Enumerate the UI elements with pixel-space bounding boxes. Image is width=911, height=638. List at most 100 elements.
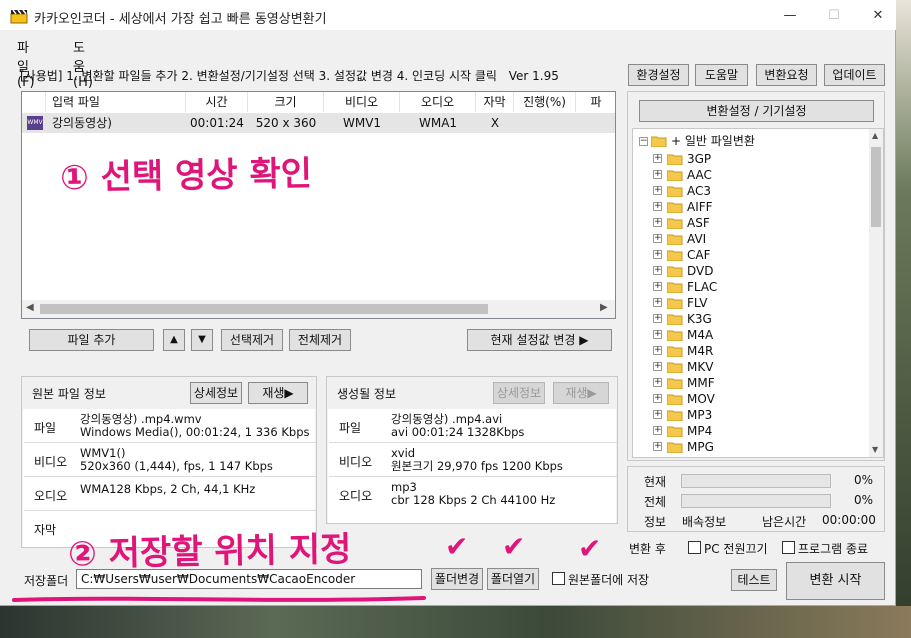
format-item[interactable]: M4A [687,327,713,343]
format-item[interactable]: FLAC [687,279,717,295]
horizontal-scrollbar[interactable]: ◀ ▶ [22,300,615,318]
test-button[interactable]: 테스트 [731,569,777,591]
expand-icon[interactable]: + [653,186,662,195]
expand-icon[interactable]: + [653,282,662,291]
expand-icon[interactable]: + [653,410,662,419]
folder-icon [667,442,683,453]
output-play-button[interactable]: 재생▶ [553,382,609,404]
scrollbar-thumb[interactable] [40,304,488,314]
col-input-file[interactable]: 입력 파일 [46,92,186,112]
source-play-button[interactable]: 재생▶ [248,382,308,404]
expand-icon[interactable]: + [653,234,662,243]
col-audio[interactable]: 오디오 [400,92,476,112]
format-item[interactable]: MP3 [687,407,712,423]
expand-icon[interactable]: + [653,330,662,339]
close-button[interactable]: ✕ [858,5,898,27]
file-list[interactable]: 입력 파일 시간 크기 비디오 오디오 자막 진행(%) 파 WMV 강의동영상… [21,91,616,319]
conversion-device-settings-button[interactable]: 변환설정 / 기기설정 [639,100,874,122]
format-item[interactable]: MPG [687,439,714,455]
version-label: Ver 1.95 [508,69,559,83]
help-button[interactable]: 도움말 [695,64,748,86]
format-item[interactable]: ASF [687,215,710,231]
col-subtitle[interactable]: 자막 [476,92,514,112]
open-folder-button[interactable]: 폴더열기 [487,568,539,590]
update-button[interactable]: 업데이트 [824,64,885,86]
expand-icon[interactable]: + [653,218,662,227]
format-item[interactable]: 3GP [687,151,711,167]
expand-icon[interactable]: + [653,378,662,387]
format-item[interactable]: MP4 [687,423,712,439]
expand-icon[interactable]: + [653,154,662,163]
settings-button[interactable]: 환경설정 [628,64,689,86]
folder-icon [667,457,683,458]
format-item[interactable]: MMF [687,375,715,391]
conversion-request-button[interactable]: 변환요청 [756,64,817,86]
folder-icon [667,394,683,405]
expand-icon[interactable]: + [653,394,662,403]
expand-icon[interactable]: + [653,346,662,355]
folder-icon [667,218,683,229]
folder-icon [667,410,683,421]
expand-icon[interactable]: + [653,426,662,435]
format-item[interactable]: M4R [687,343,713,359]
format-item[interactable]: AIFF [687,199,713,215]
table-row[interactable]: WMV 강의동영상) 00:01:24 520 x 360 WMV1 WMA1 … [22,113,615,133]
scrollbar-thumb-vertical[interactable] [871,147,881,227]
expand-icon[interactable]: + [653,202,662,211]
source-row-file: 파일 강의동영상) .mp4.wmv Windows Media(), 00:0… [24,409,316,443]
start-conversion-button[interactable]: 변환 시작 [786,562,885,600]
output-row-file: 파일 강의동영상) .mp4.avi avi 00:01:24 1328Kbps [329,409,617,443]
folder-icon [667,154,683,165]
vertical-scrollbar[interactable]: ▲ ▼ [869,129,883,457]
maximize-button[interactable]: ☐ [814,5,854,27]
col-time[interactable]: 시간 [186,92,248,112]
format-tree[interactable]: − + 일반 파일변환 +3GP + AAC + AC3 + AIFF + ASF + AVI + CA… [632,128,884,458]
expand-icon[interactable]: + [653,314,662,323]
output-detail-button[interactable]: 상세정보 [493,382,545,404]
total-percent: 0% [854,493,874,507]
expand-icon[interactable]: + [653,442,662,451]
format-item[interactable]: MOV [687,391,715,407]
scroll-left-icon[interactable]: ◀ [26,302,34,313]
format-item[interactable]: AVI [687,231,706,247]
scroll-up-icon[interactable]: ▲ [872,131,878,140]
format-item[interactable]: OGG [687,455,715,457]
format-item[interactable]: MKV [687,359,713,375]
format-item[interactable]: DVD [687,263,713,279]
remove-all-button[interactable]: 전체제거 [289,329,351,351]
col-video[interactable]: 비디오 [324,92,400,112]
move-up-button[interactable]: ▲ [163,329,185,351]
desktop-background [896,0,911,638]
save-to-source-checkbox[interactable] [552,572,565,585]
format-item[interactable]: AAC [687,167,712,183]
expand-icon[interactable]: + [653,250,662,259]
format-item[interactable]: K3G [687,311,712,327]
source-detail-button[interactable]: 상세정보 [190,382,242,404]
conversion-settings-group: 변환설정 / 기기설정 − + 일반 파일변환 +3GP + AAC + AC3 + AIF… [627,91,885,461]
add-file-button[interactable]: 파일 추가 [29,329,154,351]
tree-root-general[interactable]: + 일반 파일변환 [671,133,755,149]
program-exit-checkbox[interactable] [782,541,795,554]
col-extra[interactable]: 파 [576,92,616,112]
remove-selected-button[interactable]: 선택제거 [221,329,283,351]
format-item[interactable]: AC3 [687,183,711,199]
col-progress[interactable]: 진행(%) [514,92,576,112]
col-size[interactable]: 크기 [248,92,324,112]
expand-icon[interactable]: + [653,362,662,371]
scroll-right-icon[interactable]: ▶ [600,302,608,313]
collapse-icon[interactable]: − [639,137,648,146]
move-down-button[interactable]: ▼ [191,329,213,351]
scroll-down-icon[interactable]: ▼ [872,445,878,454]
format-item[interactable]: CAF [687,247,711,263]
expand-icon[interactable]: + [653,170,662,179]
minimize-button[interactable]: — [770,5,810,27]
cell-progress [514,114,576,132]
expand-icon[interactable]: + [653,298,662,307]
format-item[interactable]: FLV [687,295,707,311]
remaining-label: 남은시간 [762,515,807,529]
change-current-settings-button[interactable]: 현재 설정값 변경 ▶ [467,329,612,351]
change-folder-button[interactable]: 폴더변경 [431,568,483,590]
expand-icon[interactable]: + [653,266,662,275]
pc-off-checkbox[interactable] [688,541,701,554]
folder-icon [667,362,683,373]
